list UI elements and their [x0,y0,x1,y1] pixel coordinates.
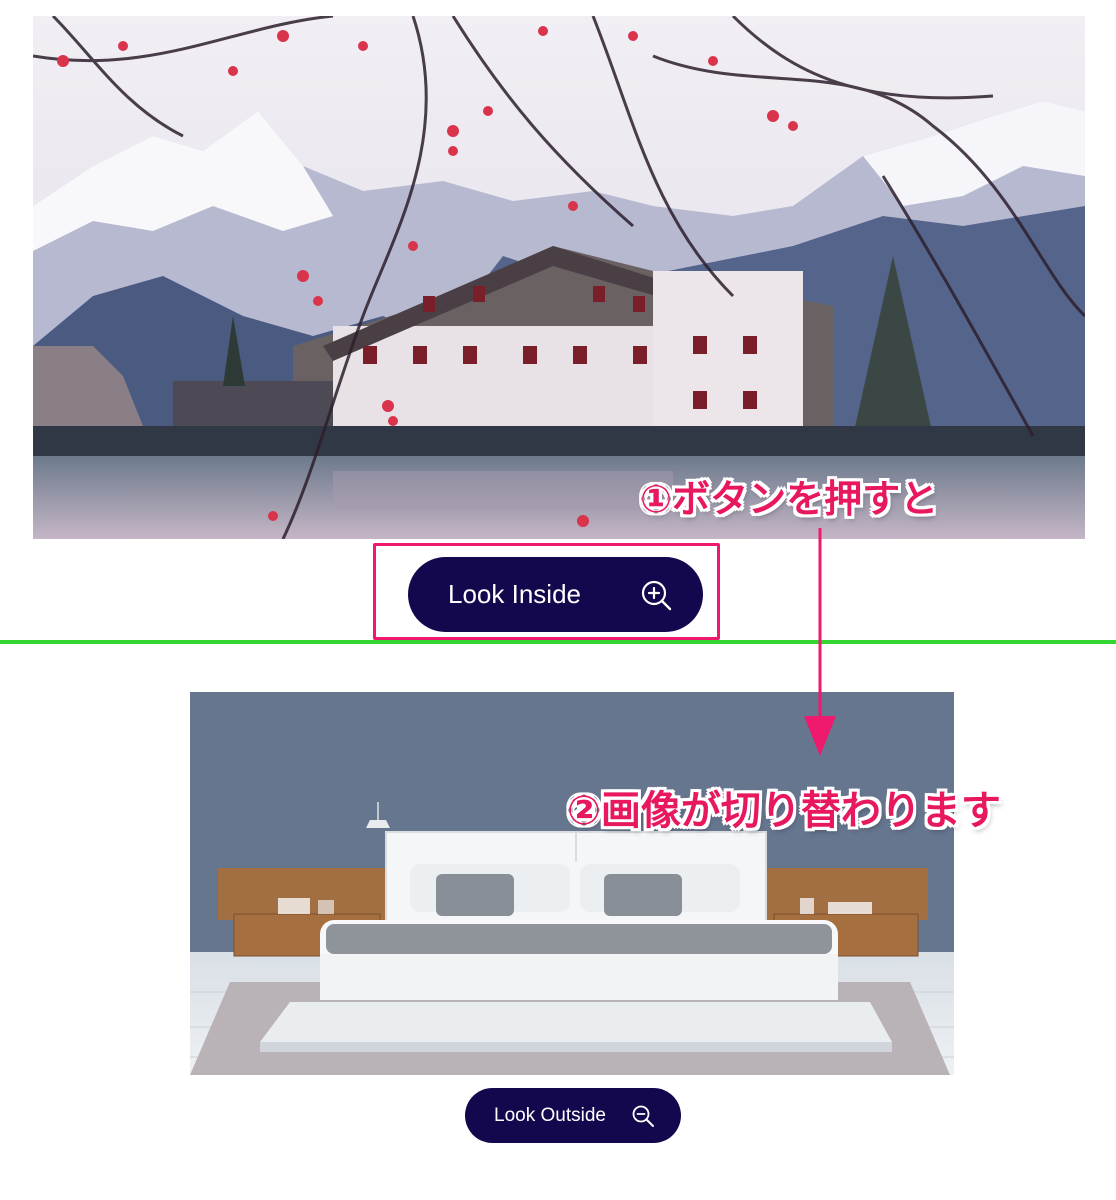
look-outside-label: Look Outside [494,1104,606,1126]
arrow-down-icon [804,528,836,756]
hotel-exterior-image [33,16,1085,539]
zoom-out-icon [632,1105,654,1127]
annotation-step-1: ①ボタンを押すと [640,477,939,521]
look-outside-button[interactable]: Look Outside [465,1088,681,1143]
annotation-step-2: ②画像が切り替わります [567,788,1001,834]
divider-line [0,640,1116,644]
look-inside-label: Look Inside [448,579,581,609]
zoom-in-icon [641,580,672,610]
look-inside-button[interactable]: Look Inside [408,557,703,632]
